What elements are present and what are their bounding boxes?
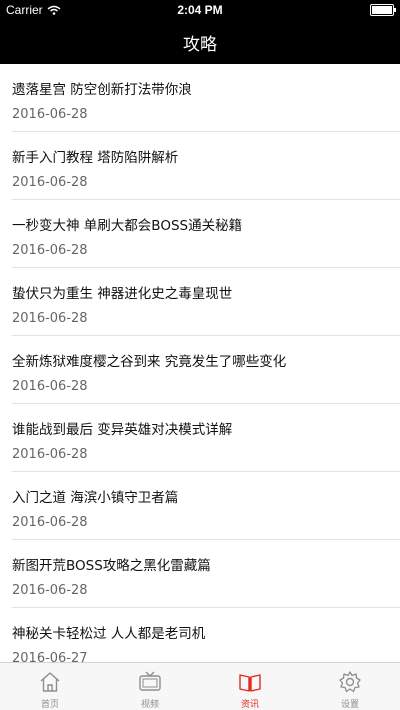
book-icon bbox=[239, 674, 261, 692]
article-date: 2016-06-27 bbox=[12, 651, 88, 662]
list-item[interactable]: 蛰伏只为重生 神器进化史之毒皇现世 2016-06-28 bbox=[12, 268, 400, 336]
tab-label: 资讯 bbox=[240, 700, 259, 710]
battery-icon bbox=[370, 4, 396, 16]
tab-label: 视频 bbox=[140, 700, 159, 710]
tab-label: 首页 bbox=[40, 700, 59, 710]
tab-home[interactable]: 首页 bbox=[0, 663, 100, 710]
home-icon bbox=[40, 672, 60, 692]
list-item[interactable]: 新图开荒BOSS攻略之黑化雷藏篇 2016-06-28 bbox=[12, 540, 400, 608]
article-title: 新手入门教程 塔防陷阱解析 bbox=[12, 150, 179, 166]
article-title: 遗落星宫 防空创新打法带你浪 bbox=[12, 82, 192, 98]
article-title: 神秘关卡轻松过 人人都是老司机 bbox=[12, 626, 206, 642]
article-date: 2016-06-28 bbox=[12, 243, 88, 258]
list-item[interactable]: 新手入门教程 塔防陷阱解析 2016-06-28 bbox=[12, 132, 400, 200]
article-date: 2016-06-28 bbox=[12, 515, 88, 530]
article-list[interactable]: 遗落星宫 防空创新打法带你浪 2016-06-28 新手入门教程 塔防陷阱解析 … bbox=[0, 64, 400, 662]
tab-label: 设置 bbox=[340, 700, 359, 710]
article-date: 2016-06-28 bbox=[12, 379, 88, 394]
article-date: 2016-06-28 bbox=[12, 447, 88, 462]
article-date: 2016-06-28 bbox=[12, 311, 88, 326]
list-item[interactable]: 遗落星宫 防空创新打法带你浪 2016-06-28 bbox=[12, 64, 400, 132]
tab-bar: 首页 视频 资讯 设置 bbox=[0, 662, 400, 710]
tab-news[interactable]: 资讯 bbox=[200, 663, 300, 710]
list-item[interactable]: 谁能战到最后 变异英雄对决模式详解 2016-06-28 bbox=[12, 404, 400, 472]
article-title: 谁能战到最后 变异英雄对决模式详解 bbox=[12, 422, 233, 438]
article-date: 2016-06-28 bbox=[12, 107, 88, 122]
article-title: 入门之道 海滨小镇守卫者篇 bbox=[12, 490, 179, 506]
article-title: 一秒变大神 单刷大都会BOSS通关秘籍 bbox=[12, 218, 243, 234]
status-right bbox=[370, 4, 396, 16]
article-date: 2016-06-28 bbox=[12, 583, 88, 598]
nav-bar: 攻略 bbox=[0, 20, 400, 64]
page-title: 攻略 bbox=[183, 34, 217, 55]
tab-video[interactable]: 视频 bbox=[100, 663, 200, 710]
article-title: 全新炼狱难度樱之谷到来 究竟发生了哪些变化 bbox=[12, 354, 287, 370]
list-item[interactable]: 神秘关卡轻松过 人人都是老司机 2016-06-27 bbox=[12, 608, 400, 662]
gear-icon bbox=[339, 671, 361, 693]
list-item[interactable]: 全新炼狱难度樱之谷到来 究竟发生了哪些变化 2016-06-28 bbox=[12, 336, 400, 404]
list-item[interactable]: 一秒变大神 单刷大都会BOSS通关秘籍 2016-06-28 bbox=[12, 200, 400, 268]
status-time: 2:04 PM bbox=[177, 3, 223, 17]
article-title: 蛰伏只为重生 神器进化史之毒皇现世 bbox=[12, 286, 233, 302]
status-bar: Carrier 2:04 PM bbox=[0, 0, 400, 20]
article-title: 新图开荒BOSS攻略之黑化雷藏篇 bbox=[12, 558, 211, 574]
list-item[interactable]: 入门之道 海滨小镇守卫者篇 2016-06-28 bbox=[12, 472, 400, 540]
article-date: 2016-06-28 bbox=[12, 175, 88, 190]
tab-settings[interactable]: 设置 bbox=[300, 663, 400, 710]
tv-icon bbox=[139, 671, 161, 691]
